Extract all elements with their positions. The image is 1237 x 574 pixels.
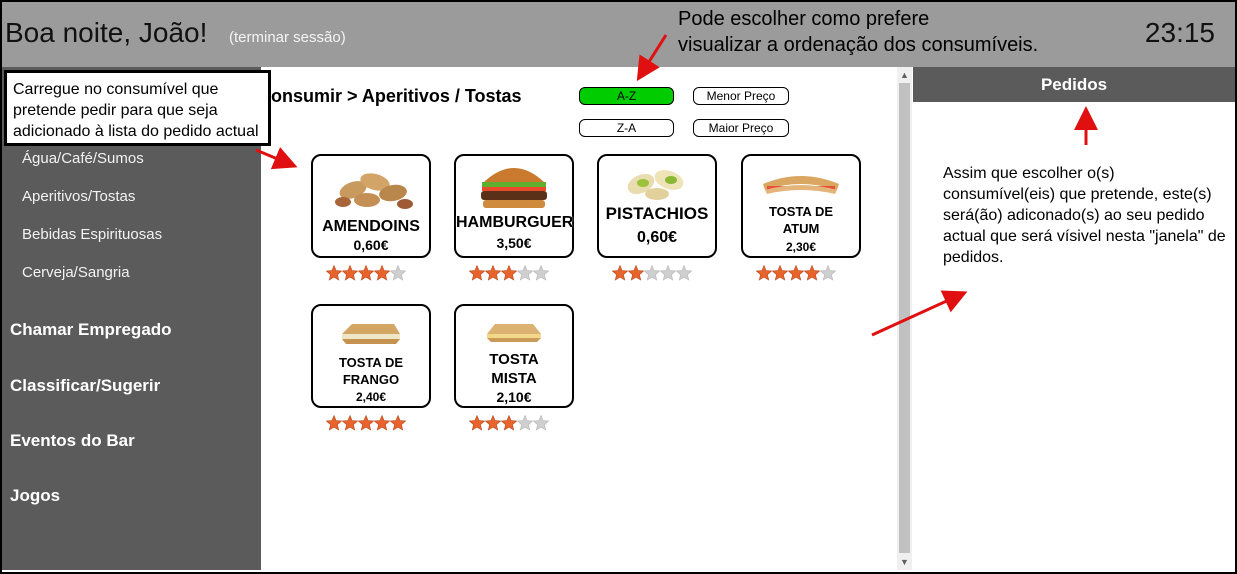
product-price: 2,40€ xyxy=(355,390,387,404)
sort-za-button[interactable]: Z-A xyxy=(579,119,674,137)
product-price: 2,10€ xyxy=(496,389,532,405)
product-card-amendoins[interactable]: AMENDOINS 0,60€ xyxy=(311,154,431,258)
rating-stars xyxy=(756,265,838,281)
sidebar-item-eventos-do-bar[interactable]: Eventos do Bar xyxy=(10,431,135,451)
product-price: 2,30€ xyxy=(785,240,817,254)
product-name: AMENDOINS xyxy=(322,218,420,235)
star-empty-icon xyxy=(532,415,550,431)
sidebar-item-cerveja-sangria[interactable]: Cerveja/Sangria xyxy=(22,264,130,281)
mixed-toast-image xyxy=(487,324,541,342)
product-price: 0,60€ xyxy=(353,237,389,253)
star-filled-icon xyxy=(357,265,375,281)
star-filled-icon xyxy=(389,415,407,431)
star-filled-icon xyxy=(326,265,343,281)
sidebar-item-aperitivos-tostas[interactable]: Aperitivos/Tostas xyxy=(22,188,135,205)
star-filled-icon xyxy=(373,265,391,281)
star-filled-icon xyxy=(326,415,343,431)
rating-stars xyxy=(326,415,408,431)
star-filled-icon xyxy=(484,415,502,431)
star-empty-icon xyxy=(516,265,534,281)
star-filled-icon xyxy=(341,265,359,281)
star-filled-icon xyxy=(771,265,789,281)
orders-hint: Assim que escolher o(s) consumível(eis) … xyxy=(943,165,1226,266)
sidebar-item-chamar-empregado[interactable]: Chamar Empregado xyxy=(10,320,172,340)
product-card-tosta-de-atum[interactable]: TOSTA DE ATUM 2,30€ xyxy=(741,154,861,258)
chicken-toast-image xyxy=(342,324,400,344)
product-name: TOSTA MISTA xyxy=(489,351,539,387)
star-filled-icon xyxy=(612,265,629,281)
sort-az-button[interactable]: A-Z xyxy=(579,87,674,105)
star-filled-icon xyxy=(500,415,518,431)
product-name: PISTACHIOS xyxy=(605,204,709,223)
star-filled-icon xyxy=(469,265,486,281)
scrollbar[interactable]: ▲ ▼ xyxy=(897,67,912,570)
product-card-hamburguer[interactable]: HAMBURGUER 3,50€ xyxy=(454,154,574,258)
sidebar-item-bebidas-espirituosas[interactable]: Bebidas Espirituosas xyxy=(22,226,162,243)
sort-hint: Pode escolher como prefere visualizar a … xyxy=(678,6,1038,58)
star-filled-icon xyxy=(484,265,502,281)
star-filled-icon xyxy=(803,265,821,281)
product-price: 0,60€ xyxy=(636,229,678,246)
sidebar-item-agua-cafe-sumos[interactable]: Água/Café/Sumos xyxy=(22,150,144,167)
sidebar-item-classificar-sugerir[interactable]: Classificar/Sugerir xyxy=(10,376,160,396)
star-empty-icon xyxy=(675,265,693,281)
star-empty-icon xyxy=(643,265,661,281)
sort-hint-line2: visualizar a ordenação dos consumíveis. xyxy=(678,34,1039,56)
scroll-up-icon[interactable]: ▲ xyxy=(897,70,912,80)
star-filled-icon xyxy=(341,415,359,431)
rating-stars xyxy=(612,265,694,281)
sidebar-item-jogos[interactable]: Jogos xyxy=(10,486,60,506)
orders-title: Pedidos xyxy=(913,67,1235,102)
rating-stars xyxy=(469,265,551,281)
rating-stars xyxy=(326,265,408,281)
breadcrumb: onsumir > Aperitivos / Tostas xyxy=(271,86,522,106)
help-tooltip: Carregue no consumível que pretende pedi… xyxy=(4,70,271,146)
pistachios-image xyxy=(627,170,684,200)
sort-priciest-button[interactable]: Maior Preço xyxy=(693,119,789,137)
scroll-thumb[interactable] xyxy=(899,83,910,553)
scroll-down-icon[interactable]: ▼ xyxy=(897,557,912,567)
star-filled-icon xyxy=(373,415,391,431)
rating-stars xyxy=(469,415,551,431)
sort-cheapest-button[interactable]: Menor Preço xyxy=(693,87,789,105)
product-name: TOSTA DE FRANGO xyxy=(338,355,404,387)
header-bar: Boa noite, João! (terminar sessão) 23:15 xyxy=(2,2,1235,67)
tuna-toast-image xyxy=(763,176,839,194)
star-empty-icon xyxy=(532,265,550,281)
product-price: 3,50€ xyxy=(496,235,532,251)
product-name: TOSTA DE ATUM xyxy=(768,204,834,236)
star-empty-icon xyxy=(819,265,837,281)
star-filled-icon xyxy=(500,265,518,281)
logout-link[interactable]: (terminar sessão) xyxy=(229,29,346,46)
product-card-tosta-de-frango[interactable]: TOSTA DE FRANGO 2,40€ xyxy=(311,304,431,408)
star-filled-icon xyxy=(787,265,805,281)
sort-hint-line1: Pode escolher como prefere xyxy=(678,8,930,30)
peanuts-image xyxy=(335,173,413,209)
clock: 23:15 xyxy=(1144,17,1215,48)
product-card-tosta-mista[interactable]: TOSTA MISTA 2,10€ xyxy=(454,304,574,408)
star-empty-icon xyxy=(389,265,407,281)
star-empty-icon xyxy=(659,265,677,281)
product-name: HAMBURGUER xyxy=(456,214,574,231)
star-filled-icon xyxy=(357,415,375,431)
star-empty-icon xyxy=(516,415,534,431)
product-card-pistachios[interactable]: PISTACHIOS 0,60€ xyxy=(597,154,717,258)
greeting: Boa noite, João! xyxy=(5,17,208,48)
star-filled-icon xyxy=(469,415,486,431)
hamburger-image xyxy=(481,168,547,208)
star-filled-icon xyxy=(756,265,773,281)
star-filled-icon xyxy=(627,265,645,281)
